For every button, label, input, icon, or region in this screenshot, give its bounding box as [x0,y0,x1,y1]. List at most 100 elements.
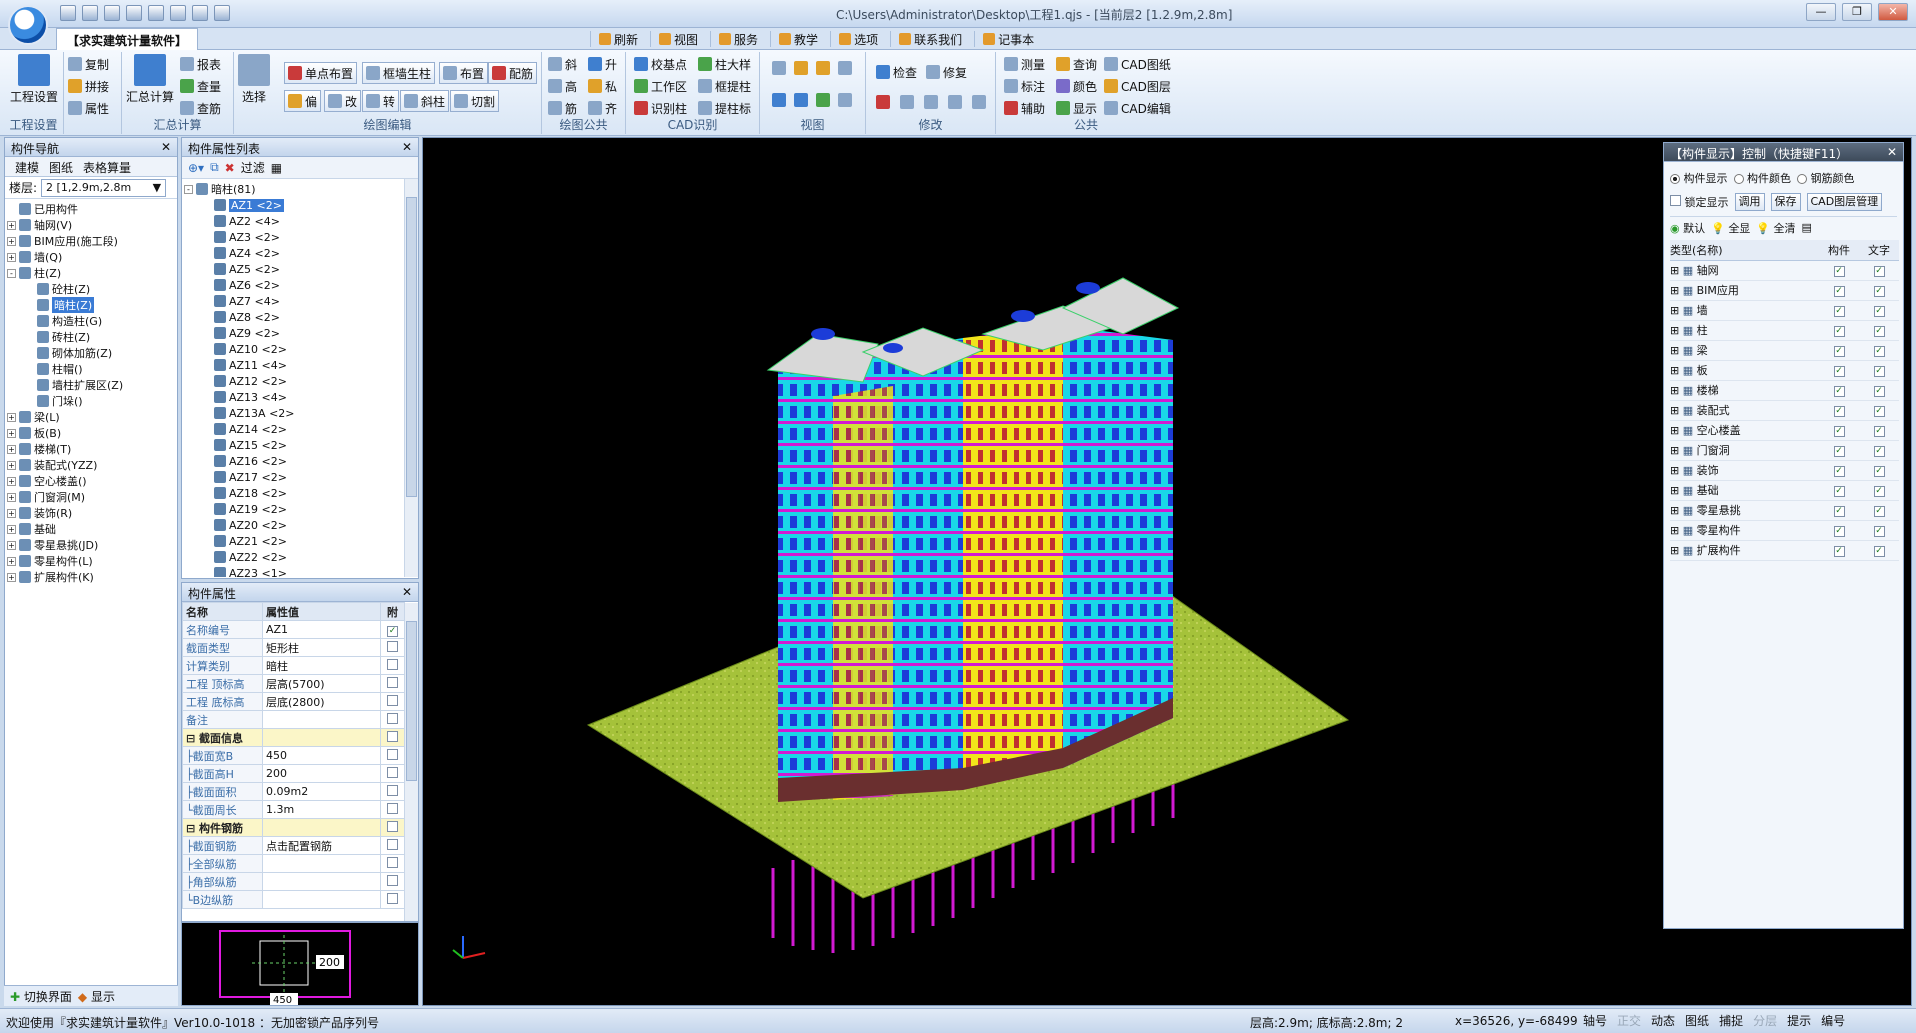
expand-toggle[interactable] [25,397,34,406]
component-visible-checkbox[interactable]: ✓ [1833,486,1845,497]
component-visible-checkbox[interactable]: ✓ [1833,446,1845,457]
new-file-icon[interactable] [60,5,76,21]
tree-item[interactable]: 已用构件 [7,201,175,217]
cut-button[interactable]: 切割 [450,90,500,112]
list-item[interactable]: AZ14 <2> [184,421,416,437]
annotate-button[interactable]: 标注 [1004,76,1045,96]
expand-toggle[interactable] [25,317,34,326]
text-visible-checkbox[interactable]: ✓ [1873,346,1885,357]
display-type-row[interactable]: ⊞ ▦ 门窗洞 ✓ ✓ [1670,440,1899,461]
tab-main[interactable]: 【求实建筑计量软件】 [56,28,199,50]
expand-toggle[interactable]: ⊞ [1670,444,1683,457]
maximize-button[interactable]: ❐ [1842,3,1872,21]
redo-icon[interactable] [214,5,230,21]
property-value[interactable] [262,890,381,909]
property-row[interactable]: ├全部纵筋 [182,854,405,873]
close-icon[interactable]: ✕ [402,140,412,154]
vertical-scrollbar[interactable] [404,179,418,577]
attach-checkbox[interactable] [387,874,398,886]
expand-toggle[interactable]: + [7,444,16,454]
list-item[interactable]: AZ1 <2> [184,197,416,213]
component-visible-checkbox[interactable]: ✓ [1833,286,1845,297]
delete-component-icon[interactable]: ✖ [225,161,235,175]
slope-button[interactable]: 斜 [548,54,577,74]
tree-item[interactable]: + 门窗洞(M) [7,489,175,505]
display-type-row[interactable]: ⊞ ▦ 空心楼盖 ✓ ✓ [1670,420,1899,441]
attach-checkbox[interactable] [387,640,398,652]
expand-toggle[interactable]: + [7,572,16,582]
expand-toggle[interactable]: + [7,460,16,470]
pan-button[interactable] [816,90,830,110]
raise-button[interactable]: 升 [588,54,617,74]
tree-item[interactable]: + 零星构件(L) [7,553,175,569]
repair-button[interactable]: 修复 [926,62,967,82]
save-display-button[interactable]: 保存 [1770,193,1801,211]
list-item[interactable]: AZ10 <2> [184,341,416,357]
delete-button[interactable] [876,92,890,112]
list-item[interactable]: AZ20 <2> [184,517,416,533]
copy-component-icon[interactable]: ⧉ [210,160,219,175]
status-toggle-6[interactable]: 提示 [1784,1012,1814,1030]
expand-toggle[interactable]: ⊞ [1670,344,1683,357]
status-toggle-1[interactable]: 正交 [1614,1012,1644,1030]
expand-toggle[interactable]: + [7,556,16,566]
list-item[interactable]: AZ11 <4> [184,357,416,373]
component-visible-checkbox[interactable]: ✓ [1833,346,1845,357]
view-top-button[interactable] [816,58,830,78]
expand-toggle[interactable] [25,333,34,342]
component-visible-checkbox[interactable]: ✓ [1833,326,1845,337]
display-type-row[interactable]: ⊞ ▦ 梁 ✓ ✓ [1670,340,1899,361]
property-row[interactable]: ├截面钢筋 点击配置钢筋 [182,836,405,855]
tab-drawings[interactable]: 图纸 [49,159,73,175]
base-point-button[interactable]: 校基点 [634,54,687,74]
rebar-small-button[interactable]: 筋 [548,98,577,118]
status-toggle-5[interactable]: 分层 [1750,1012,1780,1030]
component-visible-checkbox[interactable]: ✓ [1833,406,1845,417]
new-component-icon[interactable]: ⊕▾ [188,161,204,175]
summary-calc-button[interactable]: 汇总计算 [126,54,174,114]
menu-teaching[interactable]: 教学 [770,31,826,47]
tree-item[interactable]: + BIM应用(施工段) [7,233,175,249]
tree-item[interactable]: + 基础 [7,521,175,537]
cad-layer-button[interactable]: CAD图层 [1104,76,1171,96]
list-item[interactable]: AZ4 <2> [184,245,416,261]
select-button[interactable]: 选择 [238,54,270,114]
tree-item[interactable]: + 梁(L) [7,409,175,425]
tree-item[interactable]: 柱帽() [7,361,175,377]
attach-checkbox[interactable] [387,676,398,688]
expand-toggle[interactable]: ⊞ [1670,524,1683,537]
text-visible-checkbox[interactable]: ✓ [1873,406,1885,417]
rotate-obj-button[interactable] [972,92,986,112]
expand-toggle[interactable]: + [7,428,16,438]
mirror-button[interactable] [924,92,938,112]
property-value[interactable]: 0.09m2 [262,782,381,801]
status-toggle-3[interactable]: 图纸 [1682,1012,1712,1030]
list-item[interactable]: AZ13 <4> [184,389,416,405]
layers-icon[interactable]: ▤ [1802,221,1812,234]
layout-button[interactable]: 布置 [439,62,489,84]
tree-item[interactable]: 砼柱(Z) [7,281,175,297]
expand-toggle[interactable] [25,349,34,358]
wall-column-button[interactable]: 框墙生柱 [362,62,436,84]
expand-toggle[interactable]: + [7,252,16,262]
assist-button[interactable]: 辅助 [1004,98,1045,118]
expand-toggle[interactable]: ⊞ [1670,404,1683,417]
property-row[interactable]: ├截面面积 0.09m2 [182,782,405,801]
expand-toggle[interactable]: ⊞ [1670,304,1683,317]
building-front-mid[interactable] [963,326,1063,788]
tree-item[interactable]: + 装饰(R) [7,505,175,521]
tree-item[interactable]: + 空心楼盖() [7,473,175,489]
attach-checkbox[interactable] [387,784,398,796]
list-item[interactable]: AZ5 <2> [184,261,416,277]
app-logo-icon[interactable] [8,5,48,45]
check-quantity-button[interactable]: 查量 [180,76,221,96]
property-value[interactable] [262,854,381,873]
clear-all-button[interactable]: 💡 全清 [1756,220,1795,236]
radio-component-display[interactable]: 构件显示 [1670,170,1728,186]
list-item[interactable]: AZ21 <2> [184,533,416,549]
expand-toggle[interactable]: ⊞ [1670,384,1683,397]
scrollbar-thumb[interactable] [406,197,417,497]
property-value[interactable] [262,872,381,891]
single-point-button[interactable]: 单点布置 [284,62,358,84]
property-value[interactable]: 点击配置钢筋 [262,836,381,855]
